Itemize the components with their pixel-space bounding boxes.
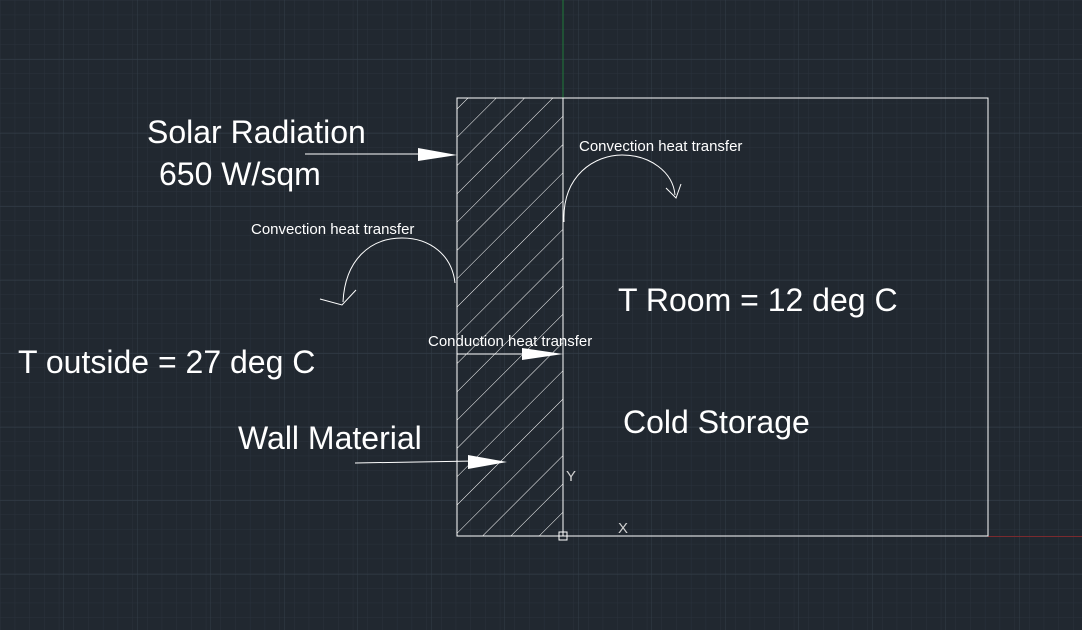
ucs-y-label: Y xyxy=(566,468,577,485)
cold-storage-label: Cold Storage xyxy=(623,404,810,440)
wall-material-label: Wall Material xyxy=(238,420,422,456)
ucs-x-label: X xyxy=(618,520,629,537)
cad-canvas[interactable]: Solar Radiation 650 W/sqm Convection hea… xyxy=(0,0,1082,630)
t-outside-label: T outside = 27 deg C xyxy=(18,344,316,380)
convection-inside-label: Convection heat transfer xyxy=(579,138,743,155)
wall-hatch xyxy=(457,98,563,536)
conduction-label: Conduction heat transfer xyxy=(428,333,593,350)
drawing-svg xyxy=(0,0,1082,630)
solar-radiation-label: Solar Radiation xyxy=(147,114,366,150)
convection-outside-label: Convection heat transfer xyxy=(251,221,415,238)
solar-value-label: 650 W/sqm xyxy=(159,156,321,192)
t-room-label: T Room = 12 deg C xyxy=(618,282,898,318)
